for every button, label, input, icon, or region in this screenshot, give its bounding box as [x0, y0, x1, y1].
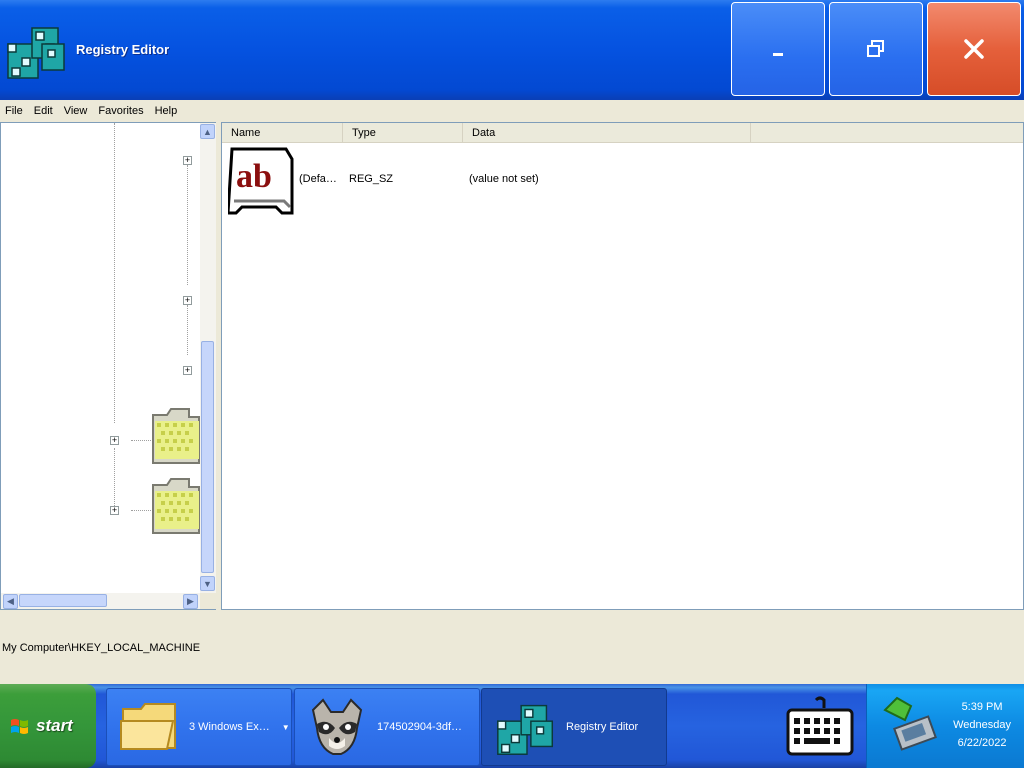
scroll-left-button[interactable]: ◀	[3, 594, 18, 609]
folder-icon	[120, 703, 176, 750]
task-label: 3 Windows Ex…	[189, 721, 270, 733]
title-bar[interactable]: Registry Editor	[0, 0, 1024, 100]
chevron-right-icon: ▶	[187, 596, 194, 606]
column-header-name[interactable]: Name	[222, 123, 343, 143]
system-tray: 5:39 PM Wednesday 6/22/2022	[866, 684, 1024, 768]
network-connection-icon[interactable]	[879, 692, 941, 754]
chevron-left-icon: ◀	[7, 596, 14, 606]
menu-favorites[interactable]: Favorites	[93, 105, 149, 117]
task-label: 174502904-3df…	[377, 721, 463, 733]
clock-date: 6/22/2022	[957, 737, 1007, 749]
column-header-filler	[751, 123, 1023, 143]
string-value-icon: ab	[228, 147, 294, 215]
registry-editor-icon[interactable]	[2, 14, 74, 86]
taskbar-button-windows-explorer[interactable]: 3 Windows Ex… ▼	[106, 688, 292, 766]
minimize-button[interactable]	[731, 2, 825, 96]
scroll-thumb-vertical[interactable]	[201, 341, 214, 573]
folder-icon[interactable]	[151, 407, 201, 465]
value-name: (Defa…	[299, 173, 337, 185]
status-bar: My Computer\HKEY_LOCAL_MACHINE	[0, 611, 1024, 682]
value-data: (value not set)	[469, 173, 539, 185]
start-button[interactable]: start	[0, 684, 96, 768]
expand-node-button[interactable]: +	[183, 366, 192, 375]
menu-bar: File Edit View Favorites Help	[0, 101, 1024, 121]
tree-line	[131, 510, 153, 511]
clock-day: Wednesday	[953, 719, 1011, 731]
scroll-thumb-horizontal[interactable]	[19, 594, 107, 607]
scrollbar-corner	[200, 593, 216, 609]
expand-node-button[interactable]: +	[110, 436, 119, 445]
restore-icon	[867, 40, 884, 57]
column-header-data[interactable]: Data	[463, 123, 751, 143]
scroll-down-button[interactable]: ▼	[200, 576, 215, 591]
folder-icon[interactable]	[151, 477, 201, 535]
tree-horizontal-scrollbar[interactable]: ◀ ▶	[1, 593, 200, 609]
windows-logo-icon	[11, 719, 28, 734]
chevron-down-icon: ▼	[203, 578, 212, 589]
start-label: start	[36, 716, 73, 735]
task-label: Registry Editor	[566, 721, 639, 733]
scroll-right-button[interactable]: ▶	[183, 594, 198, 609]
expand-node-button[interactable]: +	[110, 506, 119, 515]
restore-button[interactable]	[829, 2, 923, 96]
tree-line	[131, 440, 153, 441]
close-button[interactable]	[927, 2, 1021, 96]
clock-time: 5:39 PM	[961, 701, 1003, 713]
chevron-down-icon: ▼	[281, 722, 290, 732]
menu-help[interactable]: Help	[150, 105, 184, 117]
tree-line	[187, 305, 188, 355]
minimize-icon	[773, 52, 783, 56]
taskbar: start 3 Windows Ex… ▼ 174502904-3df… Reg…	[0, 684, 1024, 768]
close-icon	[964, 39, 984, 59]
clock[interactable]: 5:39 PM Wednesday 6/22/2022	[953, 698, 1011, 752]
svg-text:ab: ab	[236, 158, 272, 195]
menu-view[interactable]: View	[59, 105, 94, 117]
value-type: REG_SZ	[349, 173, 394, 185]
window-title: Registry Editor	[76, 42, 170, 57]
tree-pane[interactable]: + + + + + ▲ ▼ ◀ ▶	[0, 122, 216, 610]
values-list-pane[interactable]: Name Type Data ab (Defa… REG_SZ (value n…	[221, 122, 1024, 610]
tree-line	[114, 123, 115, 423]
table-row[interactable]: ab (Defa… REG_SZ (value not set)	[228, 145, 1008, 215]
keyboard-icon[interactable]	[786, 696, 854, 756]
registry-editor-icon	[497, 704, 554, 755]
column-header-type[interactable]: Type	[343, 123, 463, 143]
taskbar-button-image[interactable]: 174502904-3df…	[294, 688, 480, 766]
menu-edit[interactable]: Edit	[29, 105, 59, 117]
expand-node-button[interactable]: +	[183, 296, 192, 305]
status-path: My Computer\HKEY_LOCAL_MACHINE	[2, 642, 201, 654]
menu-file[interactable]: File	[0, 105, 29, 117]
tree-vertical-scrollbar[interactable]: ▲ ▼	[200, 123, 216, 593]
chevron-up-icon: ▲	[203, 126, 212, 137]
raccoon-icon	[311, 698, 363, 755]
taskbar-button-registry-editor[interactable]: Registry Editor	[481, 688, 667, 766]
tree-line	[114, 448, 115, 508]
expand-node-button[interactable]: +	[183, 156, 192, 165]
scroll-up-button[interactable]: ▲	[200, 124, 215, 139]
tree-line	[187, 165, 188, 285]
